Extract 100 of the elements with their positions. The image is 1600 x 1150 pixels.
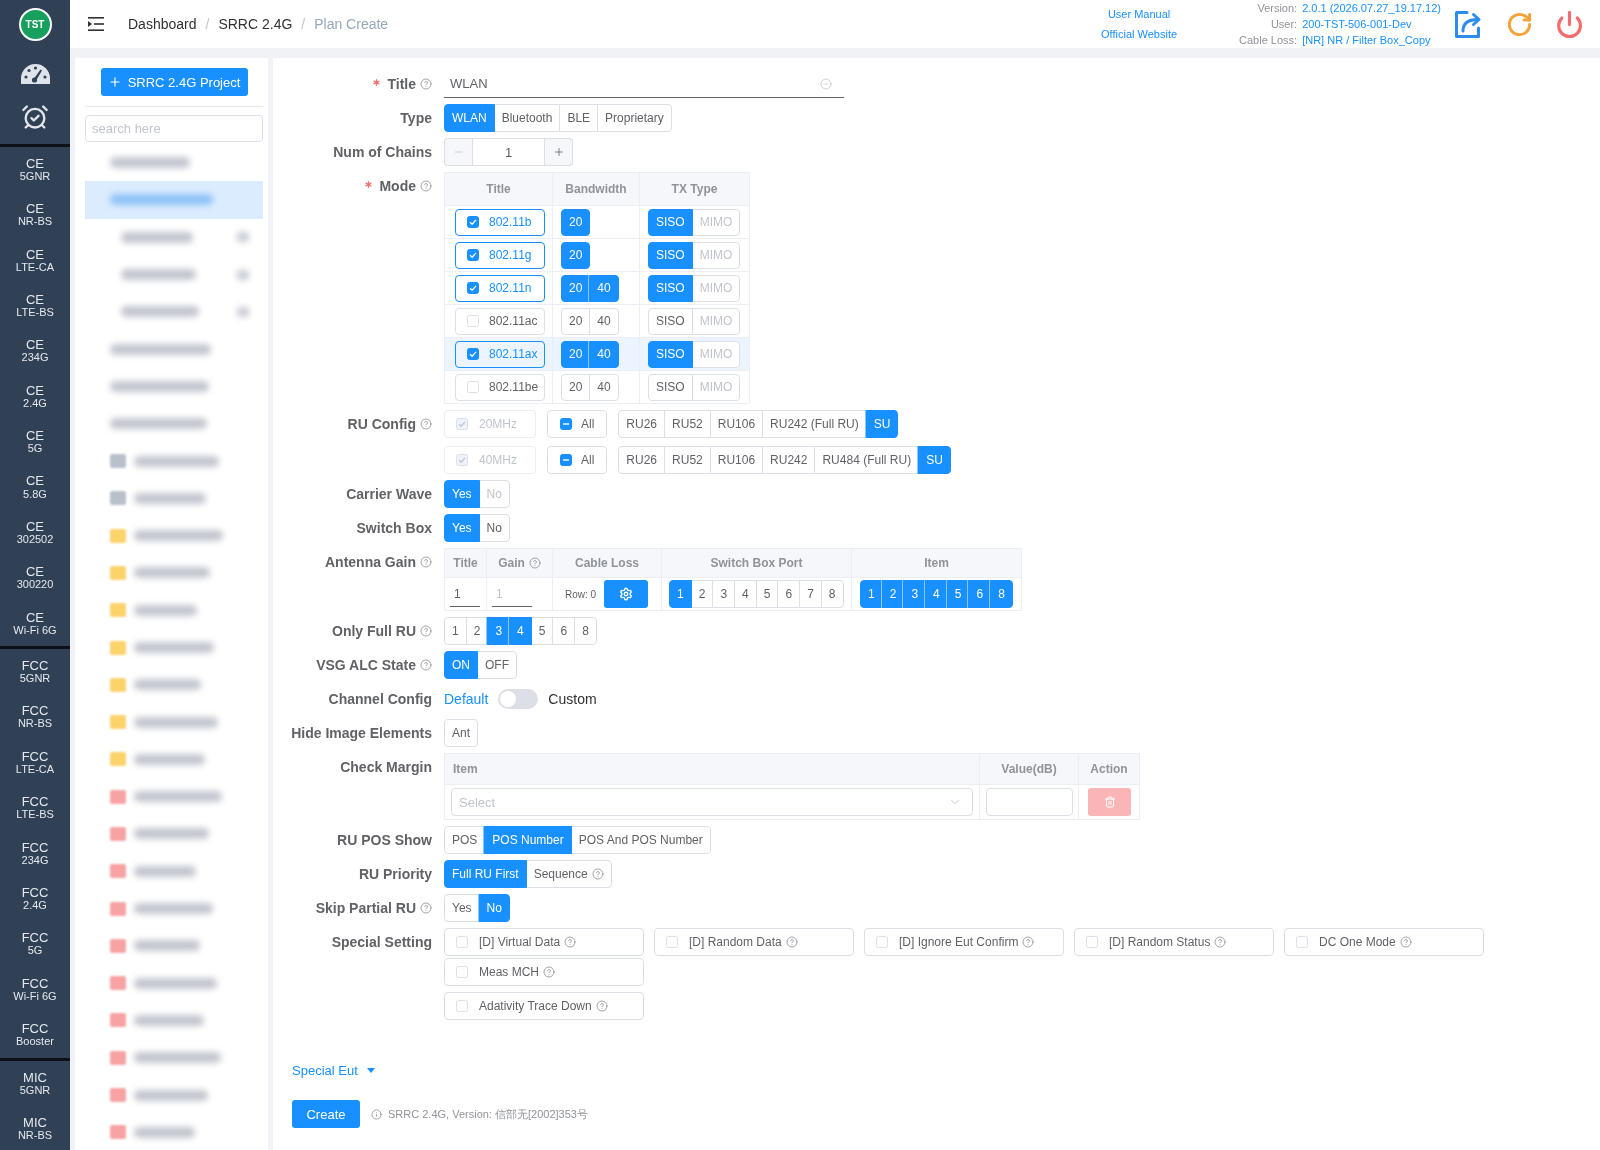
option-button[interactable]: 20 xyxy=(561,307,591,335)
mode-checkbox[interactable]: 802.11n xyxy=(455,274,545,302)
nav-item[interactable]: FCC 5G xyxy=(0,921,70,968)
option-button[interactable]: WLAN xyxy=(444,104,495,132)
option-button[interactable]: SU xyxy=(865,410,899,438)
nav-item[interactable]: FCC Wi-Fi 6G xyxy=(0,967,70,1013)
mode-checkbox[interactable]: 802.11g xyxy=(455,241,545,269)
alarm-clock-icon[interactable] xyxy=(21,103,49,131)
select-all-checkbox[interactable]: All xyxy=(547,410,608,438)
option-button[interactable]: 4 xyxy=(734,580,757,608)
option-button[interactable]: POS xyxy=(444,826,486,854)
value-input[interactable] xyxy=(986,788,1073,816)
menu-icon[interactable] xyxy=(88,17,104,31)
nav-item[interactable]: FCC 234G xyxy=(0,830,70,877)
setting-checkbox[interactable]: Adativity Trace Down xyxy=(444,992,644,1020)
option-button[interactable]: SU xyxy=(918,446,951,474)
option-button[interactable]: RU242 (Full RU) xyxy=(762,410,867,438)
option-button[interactable]: SISO xyxy=(648,241,693,269)
option-button[interactable]: RU242 xyxy=(762,446,816,474)
option-button[interactable]: RU52 xyxy=(664,410,711,438)
setting-checkbox[interactable]: [D] Random Status xyxy=(1074,928,1274,956)
nav-item[interactable]: CE 234G xyxy=(0,328,70,374)
option-button[interactable]: SISO xyxy=(648,340,693,368)
special-eut-link[interactable]: Special Eut xyxy=(292,1060,375,1080)
option-button[interactable]: RU106 xyxy=(709,446,764,474)
option-button[interactable]: 4 xyxy=(509,617,532,645)
option-button[interactable]: 40 xyxy=(589,340,619,368)
option-button[interactable]: 3 xyxy=(712,580,736,608)
option-button[interactable]: 40 xyxy=(589,274,619,302)
setting-checkbox[interactable]: [D] Ignore Eut Confirm xyxy=(864,928,1064,956)
option-button[interactable]: SISO xyxy=(648,373,693,401)
option-button[interactable]: Proprietary xyxy=(597,104,672,132)
increase-button[interactable] xyxy=(545,138,573,166)
option-button[interactable]: POS Number xyxy=(484,826,572,854)
option-button[interactable]: RU52 xyxy=(664,446,711,474)
gauge-icon[interactable] xyxy=(19,63,51,85)
option-button[interactable]: 1 xyxy=(444,617,467,645)
title-input[interactable]: 1 xyxy=(450,581,480,607)
option-button[interactable]: RU26 xyxy=(618,410,666,438)
option-button[interactable]: 6 xyxy=(777,580,801,608)
add-project-button[interactable]: SRRC 2.4G Project xyxy=(100,68,248,96)
option-button[interactable]: SISO xyxy=(648,307,693,335)
option-button[interactable]: 1 xyxy=(669,580,692,608)
nav-item[interactable]: CE 300220 xyxy=(0,555,70,601)
setting-checkbox[interactable]: Meas MCH xyxy=(444,958,644,986)
option-button[interactable]: RU106 xyxy=(709,410,764,438)
option-button[interactable]: 40 xyxy=(589,307,619,335)
mode-checkbox[interactable]: 802.11b xyxy=(455,208,545,236)
option-button[interactable]: 20 xyxy=(561,274,591,302)
option-button[interactable]: 20 xyxy=(561,241,591,269)
option-button[interactable]: POS And POS Number xyxy=(570,826,711,854)
option-button[interactable]: 8 xyxy=(574,617,597,645)
select-all-checkbox[interactable]: All xyxy=(547,446,608,474)
mode-checkbox[interactable]: 802.11be xyxy=(455,373,545,401)
option-button[interactable]: 8 xyxy=(990,580,1013,608)
option-button[interactable]: 3 xyxy=(903,580,927,608)
option-button[interactable]: No xyxy=(478,514,510,542)
logo[interactable]: TST xyxy=(18,8,52,41)
option-button[interactable]: 7 xyxy=(799,580,822,608)
cable-loss-settings-button[interactable] xyxy=(604,580,649,608)
setting-checkbox[interactable]: [D] Random Data xyxy=(654,928,854,956)
option-button[interactable]: 5 xyxy=(946,580,970,608)
option-button[interactable]: Full RU First xyxy=(444,860,527,888)
tree-item[interactable] xyxy=(85,181,263,219)
nav-item[interactable]: CE 5.8G xyxy=(0,464,70,511)
nav-item[interactable]: CE LTE-BS xyxy=(0,283,70,329)
option-button[interactable]: 4 xyxy=(925,580,948,608)
option-button[interactable]: 40 xyxy=(589,373,619,401)
option-button[interactable]: RU484 (Full RU) xyxy=(814,446,920,474)
setting-checkbox[interactable]: DC One Mode xyxy=(1284,928,1484,956)
option-button[interactable]: No xyxy=(478,894,510,922)
option-button[interactable]: Yes xyxy=(444,514,480,542)
header-link[interactable]: Official Website xyxy=(1101,27,1178,41)
setting-checkbox[interactable]: [D] Virtual Data xyxy=(444,928,644,956)
option-button[interactable]: 6 xyxy=(968,580,992,608)
option-button[interactable]: 20 xyxy=(561,208,591,236)
option-button[interactable]: ON xyxy=(444,651,478,679)
option-button[interactable]: 20 xyxy=(561,373,591,401)
header-link[interactable]: User Manual xyxy=(1107,7,1171,21)
option-button[interactable]: Ant xyxy=(444,719,478,747)
share-icon[interactable] xyxy=(1453,8,1484,40)
nav-item[interactable]: CE 2.4G xyxy=(0,373,70,420)
option-button[interactable]: Yes xyxy=(444,894,480,922)
option-button[interactable]: Bluetooth xyxy=(493,104,561,132)
option-button[interactable]: BLE xyxy=(559,104,599,132)
option-button[interactable]: 2 xyxy=(881,580,905,608)
option-button[interactable]: 3 xyxy=(487,617,511,645)
option-button[interactable]: 8 xyxy=(820,580,844,608)
refresh-icon[interactable] xyxy=(1506,10,1533,38)
nav-item[interactable]: MIC NR-BS xyxy=(0,1106,70,1150)
nav-item[interactable]: CE 5GNR xyxy=(0,147,70,193)
mode-checkbox[interactable]: 802.11ac xyxy=(455,307,545,335)
option-button[interactable]: 1 xyxy=(860,580,883,608)
nav-item[interactable]: FCC 5GNR xyxy=(0,649,70,695)
option-button[interactable]: OFF xyxy=(477,651,517,679)
create-button[interactable]: Create xyxy=(292,1100,360,1128)
breadcrumb-link[interactable]: Dashboard xyxy=(128,16,197,32)
nav-item[interactable]: FCC LTE-CA xyxy=(0,740,70,786)
nav-item[interactable]: CE LTE-CA xyxy=(0,237,70,284)
option-button[interactable]: 6 xyxy=(552,617,576,645)
